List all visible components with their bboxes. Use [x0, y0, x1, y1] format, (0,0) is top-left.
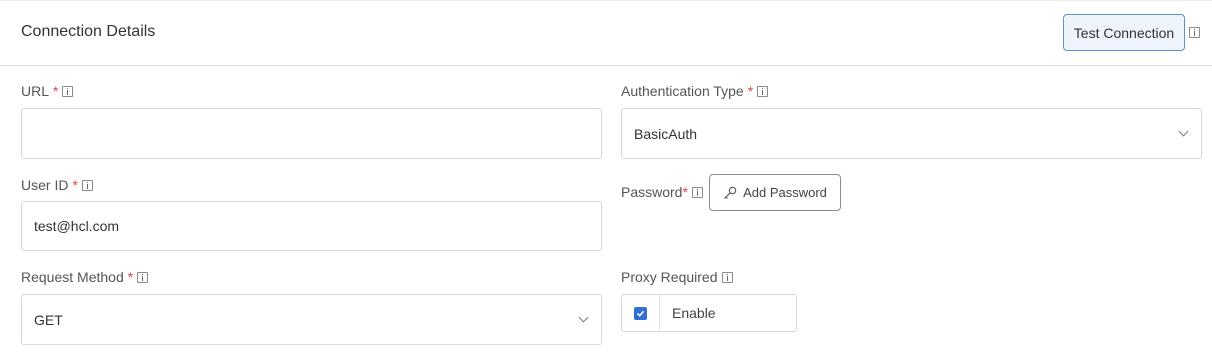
proxy-enable-checkbox[interactable] — [634, 306, 647, 320]
info-icon[interactable] — [721, 271, 733, 283]
test-connection-button[interactable]: Test Connection — [1063, 14, 1185, 51]
panel-header: Connection Details Test Connection — [0, 0, 1212, 66]
auth-type-value: BasicAuth — [634, 125, 698, 142]
proxy-enable-label: Enable — [672, 305, 716, 321]
url-label: URL — [21, 83, 50, 99]
required-marker: * — [682, 184, 688, 200]
user-id-input[interactable] — [21, 201, 602, 251]
info-icon[interactable] — [757, 85, 769, 97]
chevron-down-icon — [1178, 126, 1189, 136]
request-method-label-row: Request Method * — [21, 269, 149, 285]
password-label: Password — [621, 184, 683, 200]
add-password-label: Add Password — [743, 185, 827, 200]
key-icon — [724, 186, 737, 199]
required-marker: * — [72, 177, 78, 193]
request-method-select[interactable]: GET — [21, 294, 602, 345]
add-password-button[interactable]: Add Password — [709, 174, 841, 211]
proxy-checkbox-cell[interactable] — [622, 295, 660, 331]
info-icon[interactable] — [691, 186, 703, 198]
proxy-label-row: Proxy Required — [621, 269, 733, 285]
required-marker: * — [53, 83, 59, 99]
auth-type-select[interactable]: BasicAuth — [621, 108, 1202, 159]
user-id-label: User ID — [21, 177, 69, 193]
info-icon[interactable] — [137, 271, 149, 283]
info-icon[interactable] — [1189, 27, 1200, 38]
info-icon[interactable] — [81, 179, 93, 191]
required-marker: * — [127, 269, 134, 285]
info-icon[interactable] — [62, 85, 74, 97]
url-label-row: URL * — [21, 83, 74, 99]
user-id-label-row: User ID * — [21, 177, 93, 193]
request-method-label: Request Method — [21, 269, 124, 285]
password-label-row: Password * — [621, 184, 703, 200]
chevron-down-icon — [578, 312, 589, 322]
connection-details-panel: Connection Details Test Connection URL *… — [0, 0, 1212, 359]
panel-title: Connection Details — [21, 23, 156, 40]
required-marker: * — [747, 83, 754, 99]
auth-type-label: Authentication Type — [621, 83, 744, 99]
checkmark-icon — [636, 310, 645, 317]
proxy-enable-group: Enable — [621, 294, 797, 332]
request-method-value: GET — [34, 311, 63, 328]
auth-type-label-row: Authentication Type * — [621, 83, 769, 99]
url-input[interactable] — [21, 108, 602, 159]
proxy-label: Proxy Required — [621, 269, 718, 285]
